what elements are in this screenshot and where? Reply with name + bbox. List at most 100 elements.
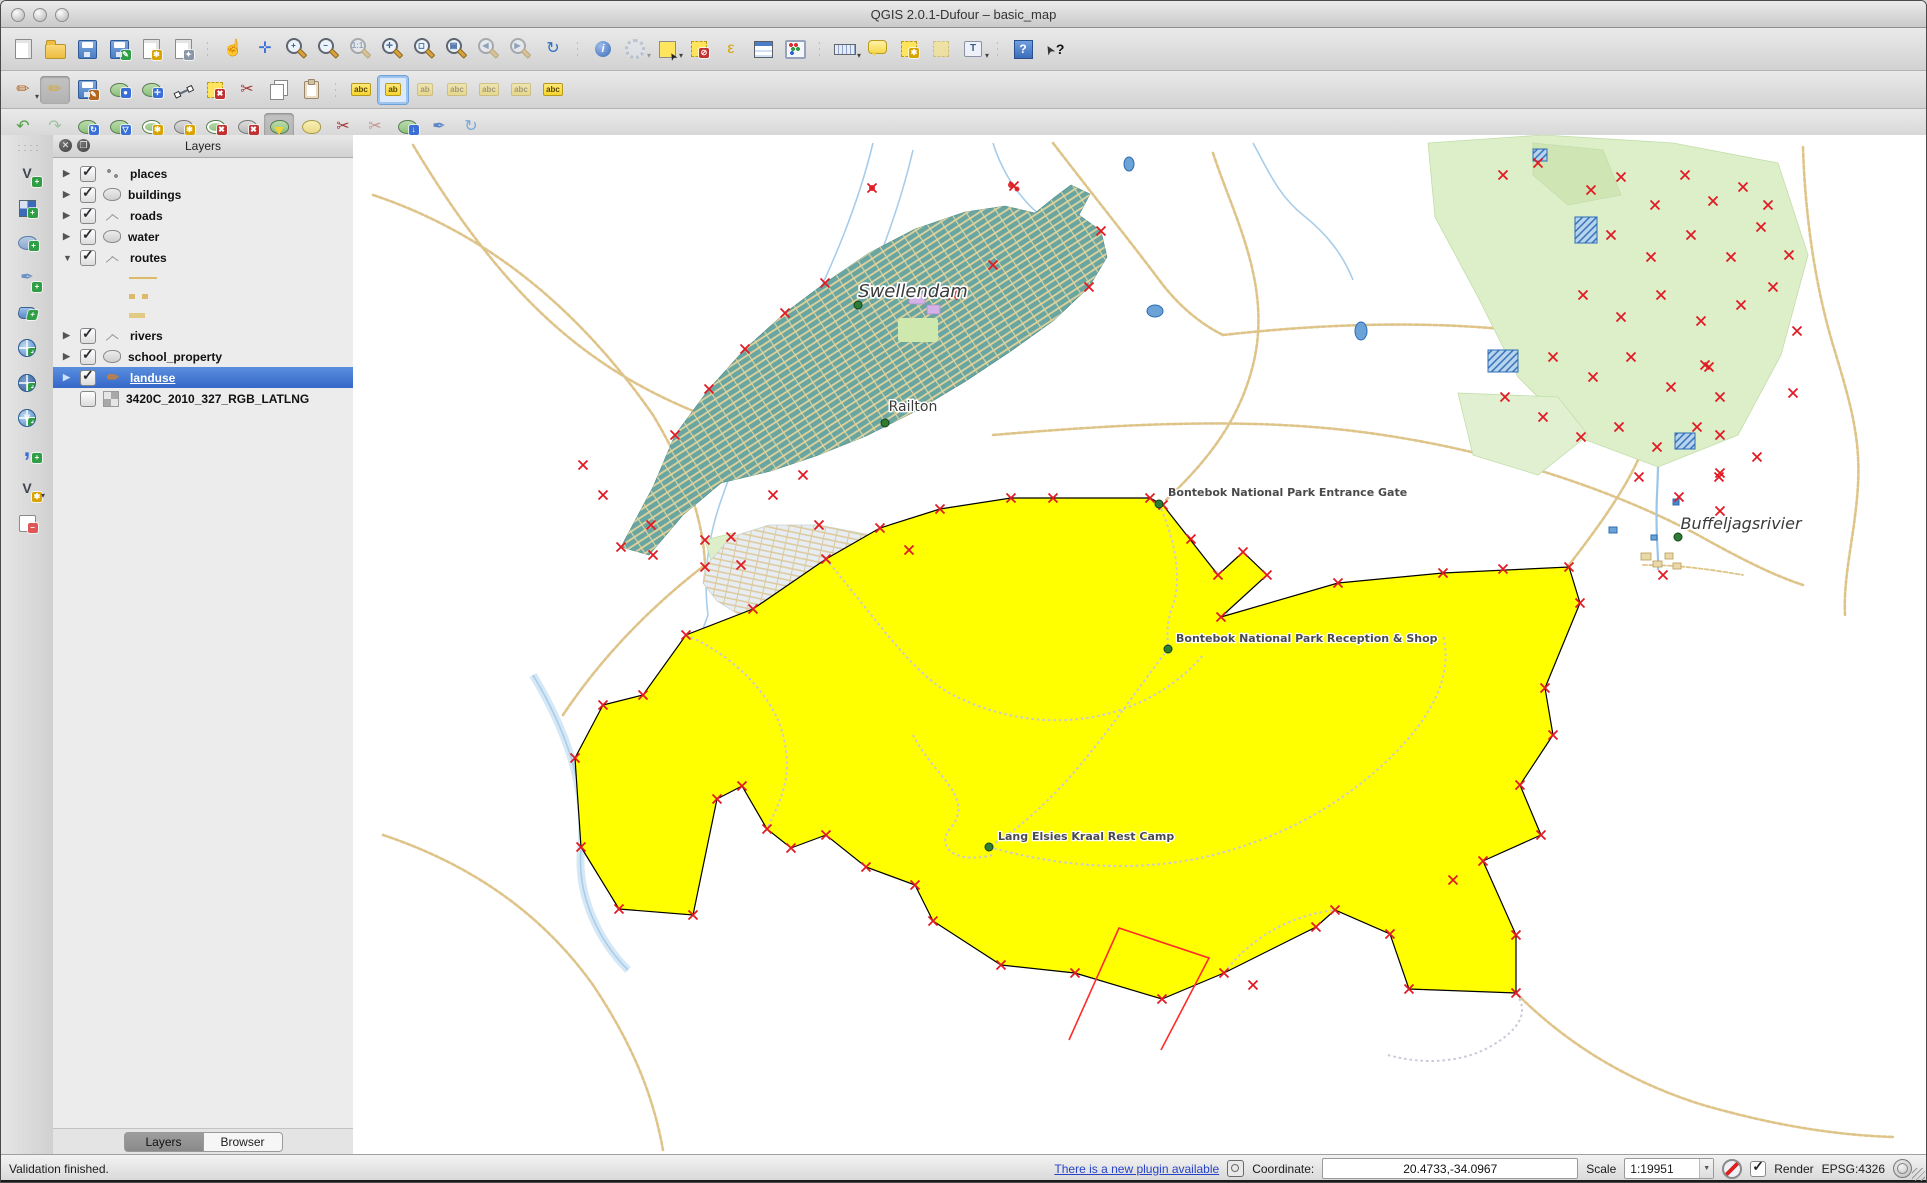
layer-row-3420C_2010_327_RGB_LATLNG[interactable]: ▶3420C_2010_327_RGB_LATLNG	[53, 388, 353, 409]
add-wfs-layer-button[interactable]: V+	[10, 403, 44, 433]
layer-row-places[interactable]: ▶places	[53, 163, 353, 184]
expand-arrow-icon[interactable]: ▶	[63, 168, 73, 179]
label-settings-button[interactable]: abc	[346, 76, 376, 104]
add-postgis-layer-button[interactable]: +	[10, 228, 44, 258]
plugin-icon[interactable]	[1227, 1160, 1244, 1177]
select-features-button[interactable]: ▾	[652, 35, 682, 63]
zoom-native-button[interactable]: 1:1	[346, 35, 376, 63]
expand-arrow-icon[interactable]: ▼	[63, 253, 73, 263]
toggle-editing-button[interactable]: ✏	[40, 76, 70, 104]
measure-button[interactable]: ▾	[830, 35, 860, 63]
save-project-button[interactable]	[72, 35, 102, 63]
new-plugin-link[interactable]: There is a new plugin available	[1054, 1162, 1219, 1176]
new-print-composer-button[interactable]: ✱	[136, 35, 166, 63]
layer-visibility-checkbox[interactable]	[80, 229, 96, 245]
add-wms-layer-button[interactable]: +	[10, 333, 44, 363]
crs-status-icon[interactable]	[1893, 1159, 1912, 1178]
add-vector-layer-button[interactable]: V+	[10, 158, 44, 188]
zoom-in-button[interactable]: +	[282, 35, 312, 63]
layer-visibility-checkbox[interactable]	[80, 208, 96, 224]
expand-arrow-icon[interactable]: ▶	[63, 210, 73, 221]
close-window-button[interactable]	[11, 8, 25, 22]
help-contents-button[interactable]: ?	[1008, 35, 1038, 63]
add-mssql-layer-button[interactable]: +	[10, 298, 44, 328]
change-label-button[interactable]: abc	[538, 76, 568, 104]
layer-row-water[interactable]: ▶water	[53, 226, 353, 247]
show-bookmarks-button[interactable]	[926, 35, 956, 63]
pan-to-selection-button[interactable]: ✛	[250, 35, 280, 63]
zoom-to-layer-button[interactable]: ▤	[442, 35, 472, 63]
zoom-last-button[interactable]: ◀	[474, 35, 504, 63]
add-feature-button[interactable]: ●	[104, 76, 134, 104]
render-checkbox[interactable]	[1750, 1161, 1766, 1177]
copy-features-button[interactable]	[264, 76, 294, 104]
move-feature-button[interactable]: ✛	[136, 76, 166, 104]
new-project-button[interactable]	[8, 35, 38, 63]
identify-features-button[interactable]: i	[588, 35, 618, 63]
layer-visibility-checkbox[interactable]	[80, 166, 96, 182]
layers-panel-header[interactable]: ✕ ❐ Layers	[53, 135, 353, 158]
map-canvas[interactable]: SwellendamRailtonBontebok National Park …	[353, 135, 1926, 1155]
show-hide-labels-button[interactable]: abc	[442, 76, 472, 104]
new-bookmark-button[interactable]: ✱	[894, 35, 924, 63]
layer-row-roads[interactable]: ▶roads	[53, 205, 353, 226]
rotate-label-button[interactable]: abc	[506, 76, 536, 104]
save-layer-edits-button[interactable]: ✎	[72, 76, 102, 104]
measure-dropdown-icon[interactable]: ▾	[857, 51, 861, 60]
layer-visibility-checkbox[interactable]	[80, 349, 96, 365]
current-edits-dropdown-icon[interactable]: ▾	[35, 92, 39, 101]
add-delimited-text-layer-button[interactable]: ,+	[10, 438, 44, 468]
layer-visibility-checkbox[interactable]	[80, 370, 96, 386]
layer-row-landuse[interactable]: ▶✏landuse	[53, 367, 353, 388]
expand-arrow-icon[interactable]: ▶	[63, 372, 73, 383]
select-features-dropdown-icon[interactable]: ▾	[679, 51, 683, 60]
current-edits-button[interactable]: ✏▾	[8, 76, 38, 104]
unpin-labels-button[interactable]: ab	[410, 76, 440, 104]
run-feature-action-dropdown-icon[interactable]: ▾	[647, 51, 651, 60]
run-feature-action-button[interactable]: ▾	[620, 35, 650, 63]
resize-grip[interactable]	[1912, 1168, 1925, 1181]
coordinate-input[interactable]	[1322, 1158, 1578, 1179]
zoom-to-selection-button[interactable]: ◻	[410, 35, 440, 63]
layer-row-school_property[interactable]: ▶school_property	[53, 346, 353, 367]
add-spatialite-layer-button[interactable]: ✒+	[10, 263, 44, 293]
open-attribute-table-button[interactable]	[748, 35, 778, 63]
expand-arrow-icon[interactable]: ▶	[63, 330, 73, 341]
text-annotation-button[interactable]: T▾	[958, 35, 988, 63]
save-project-as-button[interactable]: ✎	[104, 35, 134, 63]
chevron-down-icon[interactable]: ▼	[1699, 1159, 1713, 1178]
scale-combo[interactable]: 1:19951 ▼	[1624, 1158, 1714, 1179]
tab-browser[interactable]: Browser	[204, 1132, 283, 1152]
layer-visibility-checkbox[interactable]	[80, 250, 96, 266]
whats-this-button[interactable]: ?	[1040, 35, 1070, 63]
zoom-out-button[interactable]: −	[314, 35, 344, 63]
refresh-map-button[interactable]: ↻	[538, 35, 568, 63]
layer-visibility-checkbox[interactable]	[80, 187, 96, 203]
pin-labels-button[interactable]: ab	[378, 76, 408, 104]
select-by-expression-button[interactable]: ε	[716, 35, 746, 63]
layer-row-routes[interactable]: ▼routes	[53, 247, 353, 268]
zoom-window-button[interactable]	[55, 8, 69, 22]
delete-selected-button[interactable]: ✖	[200, 76, 230, 104]
move-label-button[interactable]: abc	[474, 76, 504, 104]
titlebar[interactable]: QGIS 2.0.1-Dufour – basic_map	[1, 1, 1926, 28]
deselect-features-button[interactable]: ⊘	[684, 35, 714, 63]
zoom-next-button[interactable]: ▶	[506, 35, 536, 63]
new-shapefile-layer-dropdown-icon[interactable]: ▾	[41, 491, 45, 500]
panel-close-icon[interactable]: ✕	[59, 139, 72, 152]
open-project-button[interactable]	[40, 35, 70, 63]
minimize-window-button[interactable]	[33, 8, 47, 22]
tab-layers[interactable]: Layers	[124, 1132, 204, 1152]
new-shapefile-layer-button[interactable]: V✱▾	[10, 473, 44, 503]
expand-arrow-icon[interactable]: ▶	[63, 351, 73, 362]
scale-lock-icon[interactable]	[1722, 1159, 1742, 1179]
layer-row-buildings[interactable]: ▶buildings	[53, 184, 353, 205]
zoom-full-button[interactable]: ✛	[378, 35, 408, 63]
paste-features-button[interactable]	[296, 76, 326, 104]
node-tool-button[interactable]	[168, 76, 198, 104]
text-annotation-dropdown-icon[interactable]: ▾	[985, 51, 989, 60]
pan-map-button[interactable]: ☝	[218, 35, 248, 63]
expand-arrow-icon[interactable]: ▶	[63, 189, 73, 200]
add-wcs-layer-button[interactable]: +	[10, 368, 44, 398]
layer-visibility-checkbox[interactable]	[80, 391, 96, 407]
